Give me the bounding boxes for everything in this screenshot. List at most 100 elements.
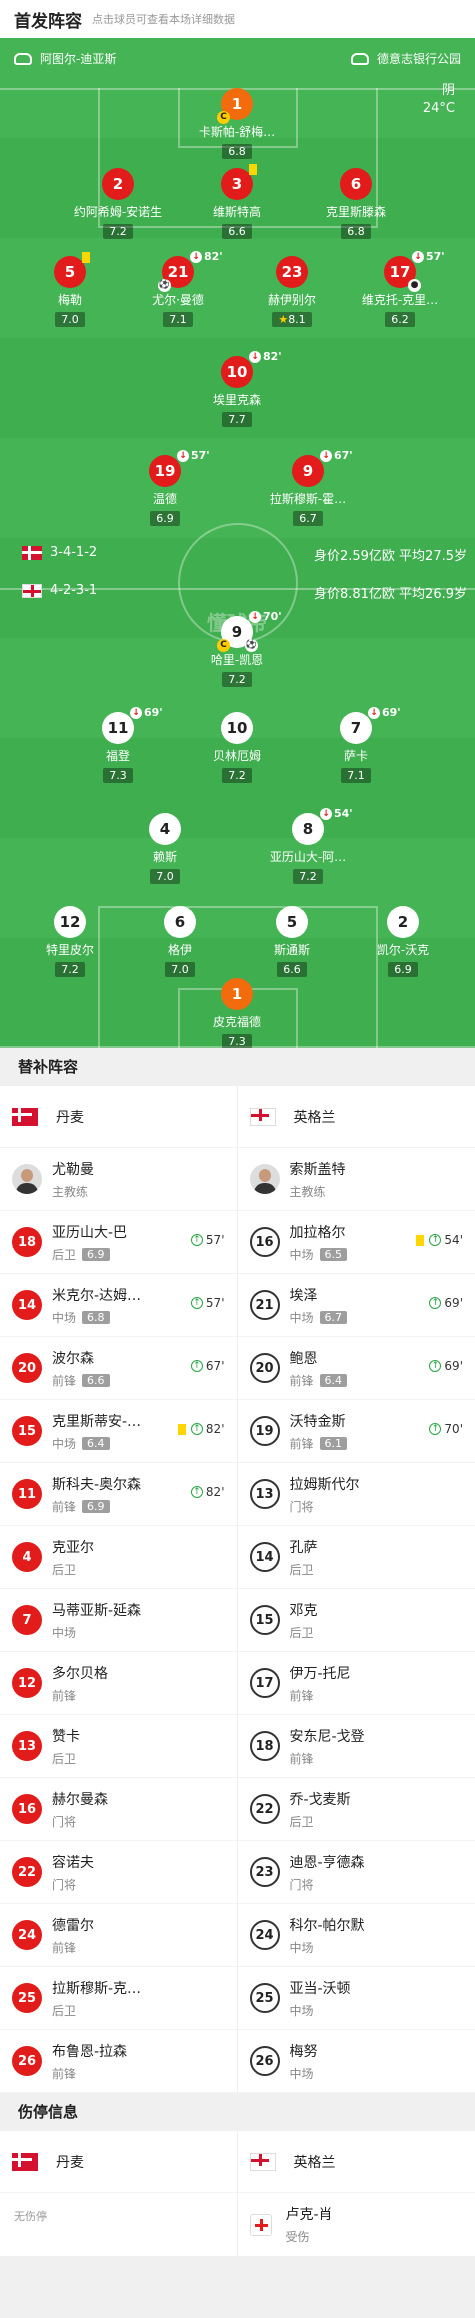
player-en-12[interactable]: 12 特里皮尔 7.2 <box>15 906 125 977</box>
en-team-name: 英格兰 <box>293 1109 336 1126</box>
player-dk-9[interactable]: 9 ↓ 67' 拉斯穆斯-霍… 6.7 <box>253 449 363 526</box>
england-flag-icon <box>249 1107 276 1126</box>
player-rating: 7.1 <box>163 312 193 327</box>
dk-team-stats: 身价2.59亿欧 平均27.5岁 <box>313 549 467 564</box>
player-en-9[interactable]: 9 ↓ 70' C ⚽ 哈里-凯恩 7.2 <box>182 610 292 687</box>
player-name: 埃里克森 <box>212 393 261 407</box>
sub-in-icon: ↑ <box>190 1234 203 1246</box>
bench-player-row[interactable]: 14 米克尔-达姆… 中场 6.8 ↑ 57' <box>0 1274 237 1337</box>
player-name: 加拉格尔 <box>289 1224 346 1241</box>
player-position: 前锋 <box>52 1940 77 1955</box>
bench-player-row[interactable]: 18 安东尼-戈登 前锋 <box>237 1715 475 1778</box>
player-dk-10[interactable]: 10 ↓ 82' 埃里克森 7.7 <box>182 350 292 427</box>
bench-player-row[interactable]: 20 鲍恩 前锋 6.4 ↑ 69' <box>237 1337 475 1400</box>
player-number: 1C <box>217 88 253 124</box>
player-dk-21[interactable]: 21 ↓ 82' ⚽ 尤尔·曼德 7.1 <box>123 250 233 327</box>
player-dk-19[interactable]: 19 ↓ 57' 温德 6.9 <box>110 449 220 526</box>
player-dk-6[interactable]: 6 克里斯滕森 6.8 <box>301 168 411 239</box>
weather-label: 阴 <box>441 83 455 98</box>
player-name: 鲍恩 <box>289 1350 318 1367</box>
player-name: 维克托-克里… <box>361 293 439 307</box>
bench-player-row[interactable]: 12 多尔贝格 前锋 <box>0 1652 237 1715</box>
player-en-4[interactable]: 4 赖斯 7.0 <box>110 813 220 884</box>
player-dk-5[interactable]: 5 梅勒 7.0 <box>15 252 125 327</box>
bench-player-row[interactable]: 24 科尔-帕尔默 中场 <box>237 1904 475 1967</box>
bench-player-row[interactable]: 25 亚当-沃顿 中场 <box>237 1967 475 2030</box>
player-position: 后卫 <box>52 2003 77 2018</box>
bench-player-row[interactable]: 13 拉姆斯代尔 门将 <box>237 1463 475 1526</box>
player-number: 18 <box>249 1731 280 1761</box>
player-dk-3[interactable]: 3 维斯特高 6.6 <box>182 164 292 239</box>
player-name: 克亚尔 <box>52 1539 94 1556</box>
player-number: 9 ↓ 70' C ⚽ <box>217 610 282 652</box>
bench-player-row[interactable]: 16 加拉格尔 中场 6.5 ↑ 54' <box>237 1211 475 1274</box>
bench-player-row[interactable]: 17 伊万-托尼 前锋 <box>237 1652 475 1715</box>
bench-player-row[interactable]: 15 克里斯蒂安-… 中场 6.4 ↑ 82' <box>0 1400 237 1463</box>
player-dk-1[interactable]: 1C 卡斯帕-舒梅… 6.8 <box>182 88 292 159</box>
injury-section-title: 伤停信息 <box>0 2093 475 2131</box>
player-position: 后卫 6.9 <box>52 1246 127 1263</box>
sub-out-icon: ↓ <box>320 449 332 462</box>
injured-player[interactable]: 卢克-肖 受伤 <box>238 2193 475 2256</box>
sub-time: ↓ 57' <box>412 250 445 263</box>
bench-player-row[interactable]: 26 梅努 中场 <box>237 2030 475 2093</box>
player-number: 14 <box>12 1290 42 1320</box>
bench-player-row[interactable]: 13 赞卡 后卫 <box>0 1715 237 1778</box>
sub-out-icon: ↓ <box>368 706 380 719</box>
player-en-7[interactable]: 7 ↓ 69' 萨卡 7.1 <box>301 706 411 783</box>
player-name: 克里斯蒂安-… <box>52 1413 142 1430</box>
player-rating: 7.3 <box>103 768 133 783</box>
bench-player-row[interactable]: 11 斯科夫-奥尔森 前锋 6.9 ↑ 82' <box>0 1463 237 1526</box>
player-name: 维斯特高 <box>212 205 261 219</box>
bench-player-row[interactable]: 25 拉斯穆斯-克… 后卫 <box>0 1967 237 2030</box>
player-number: 15 <box>12 1416 42 1446</box>
bench-player-row[interactable]: 19 沃特金斯 前锋 6.1 ↑ 70' <box>237 1400 475 1463</box>
bench-player-row[interactable]: 22 容诺夫 门将 <box>0 1841 237 1904</box>
player-position: 前锋 6.6 <box>52 1372 110 1389</box>
player-number: 19 ↓ 57' <box>149 449 210 487</box>
england-flag-icon <box>22 583 42 598</box>
bench-player-row[interactable]: 4 克亚尔 后卫 <box>0 1526 237 1589</box>
player-en-11[interactable]: 11 ↓ 69' 福登 7.3 <box>63 706 173 783</box>
home-venue: 阿图尔-迪亚斯 <box>14 50 116 67</box>
bench-player-row[interactable]: 15 邓克 后卫 <box>237 1589 475 1652</box>
en-coach[interactable]: 索斯盖特 主教练 <box>237 1148 475 1211</box>
player-dk-17[interactable]: 17 ↓ 57' ● 维克托-克里… 6.2 <box>345 250 455 327</box>
player-en-5[interactable]: 5 斯通斯 6.6 <box>237 906 347 977</box>
sub-in-time: ↑ 69' <box>429 1296 463 1310</box>
coach-name: 索斯盖特 <box>289 1161 346 1178</box>
yellow-card-icon <box>249 164 257 175</box>
player-en-10[interactable]: 10 贝林厄姆 7.2 <box>182 712 292 783</box>
bench-player-row[interactable]: 22 乔-戈麦斯 后卫 <box>237 1778 475 1841</box>
bench-player-row[interactable]: 16 赫尔曼森 门将 <box>0 1778 237 1841</box>
player-rating: 7.2 <box>222 672 252 687</box>
player-number: 11 ↓ 69' <box>102 706 163 744</box>
sub-out-icon: ↓ <box>190 250 202 263</box>
bench-player-row[interactable]: 24 德雷尔 前锋 <box>0 1904 237 1967</box>
player-en-6[interactable]: 6 格伊 7.0 <box>125 906 235 977</box>
bench-player-row[interactable]: 18 亚历山大-巴 后卫 6.9 ↑ 57' <box>0 1211 237 1274</box>
coach-avatar <box>12 1164 42 1194</box>
coach-avatar <box>249 1164 280 1194</box>
player-dk-23[interactable]: 23 赫伊别尔 ★8.1 <box>237 256 347 327</box>
player-en-1[interactable]: 1 皮克福德 7.3 <box>182 978 292 1048</box>
player-en-2[interactable]: 2 凯尔-沃克 6.9 <box>348 906 458 977</box>
player-rating: 6.9 <box>82 1499 110 1513</box>
player-number: 24 <box>12 1920 42 1950</box>
player-number: 10 ↓ 82' <box>221 350 282 388</box>
bench-player-row[interactable]: 20 波尔森 前锋 6.6 ↑ 67' <box>0 1337 237 1400</box>
dk-coach[interactable]: 尤勒曼 主教练 <box>0 1148 237 1211</box>
player-position: 后卫 <box>52 1562 77 1577</box>
player-name: 温德 <box>152 492 177 506</box>
bench-player-row[interactable]: 21 埃泽 中场 6.7 ↑ 69' <box>237 1274 475 1337</box>
player-dk-2[interactable]: 2 约阿希姆-安诺生 7.2 <box>63 168 173 239</box>
player-en-8[interactable]: 8 ↓ 54' 亚历山大-阿… 7.2 <box>253 807 363 884</box>
bench-player-row[interactable]: 26 布鲁恩-拉森 前锋 <box>0 2030 237 2093</box>
bench-player-row[interactable]: 7 马蒂亚斯-延森 中场 <box>0 1589 237 1652</box>
bench-section-title: 替补阵容 <box>0 1048 475 1086</box>
bench-player-row[interactable]: 23 迪恩-亨德森 门将 <box>237 1841 475 1904</box>
player-number: 18 <box>12 1227 42 1257</box>
player-number: 12 <box>12 1668 42 1698</box>
yellow-card-icon <box>177 1423 186 1435</box>
bench-player-row[interactable]: 14 孔萨 后卫 <box>237 1526 475 1589</box>
